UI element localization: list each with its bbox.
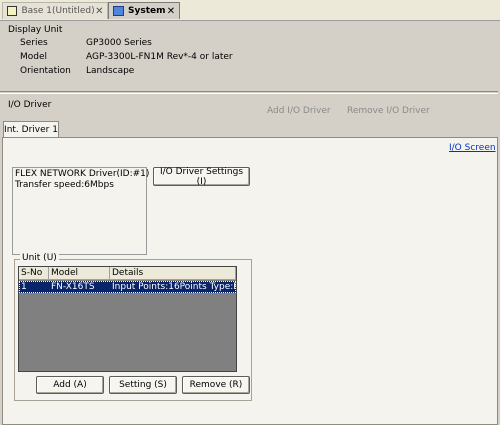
tab-label: System [128,6,166,16]
system-icon [113,6,124,16]
orientation-label: Orientation [20,66,71,76]
tab-label: Int. Driver 1 [4,125,58,135]
driver-name: FLEX NETWORK Driver(ID:#1) [15,169,150,179]
display-unit-panel: Display Unit Series GP3000 Series Model … [0,20,498,92]
io-driver-settings-button[interactable]: I/O Driver Settings (I) [153,167,250,187]
close-icon[interactable]: ✕ [95,6,104,17]
tab-system[interactable]: System ✕ [108,2,180,19]
unit-table[interactable]: S-No Model Details 1 FN-X16TS Input Poin… [18,266,237,372]
orientation-value: Landscape [86,66,135,76]
io-driver-title: I/O Driver [8,100,52,110]
add-unit-button[interactable]: Add (A) [36,376,104,394]
unit-group-label: Unit (U) [20,253,59,263]
remove-io-driver-button[interactable]: Remove I/O Driver [347,106,430,116]
driver-info-box: FLEX NETWORK Driver(ID:#1) Transfer spee… [12,167,150,255]
series-label: Series [20,38,48,48]
column-header-sno[interactable]: S-No [19,267,49,280]
screen-icon [7,6,18,16]
row-focus-outline [19,281,236,293]
io-driver-header: I/O Driver Add I/O Driver Remove I/O Dri… [0,93,498,120]
tab-label: Base 1(Untitled) [21,6,95,16]
document-tab-bar: Base 1(Untitled) ✕ System ✕ [0,0,500,21]
tab-int-driver-1[interactable]: Int. Driver 1 [3,121,59,138]
transfer-speed: Transfer speed:6Mbps [15,180,114,190]
column-header-details[interactable]: Details [110,267,236,280]
tab-base1[interactable]: Base 1(Untitled) ✕ [2,2,108,19]
close-icon[interactable]: ✕ [166,6,176,17]
setting-unit-button[interactable]: Setting (S) [109,376,177,394]
series-value: GP3000 Series [86,38,152,48]
column-header-model[interactable]: Model [49,267,110,280]
add-io-driver-button[interactable]: Add I/O Driver [267,106,331,116]
display-unit-title: Display Unit [8,25,63,35]
model-value: AGP-3300L-FN1M Rev*-4 or later [86,52,233,62]
io-screen-link[interactable]: I/O Screen [449,143,496,153]
model-label: Model [20,52,48,62]
remove-unit-button[interactable]: Remove (R) [182,376,250,394]
